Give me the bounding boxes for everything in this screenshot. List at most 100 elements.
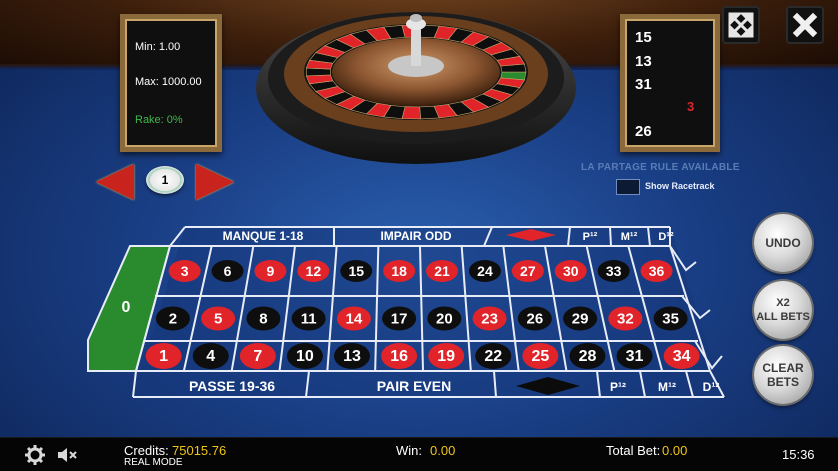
number-13-cell[interactable]: 13 — [334, 343, 370, 369]
undo-label: UNDO — [765, 236, 801, 250]
number-label: 2 — [169, 311, 177, 328]
number-label: 29 — [572, 311, 589, 328]
number-label: 32 — [617, 311, 634, 328]
p12-top-bet[interactable]: P¹² — [583, 231, 598, 243]
number-label: 3 — [181, 263, 189, 279]
number-label: 16 — [390, 348, 408, 365]
fullscreen-button[interactable] — [722, 6, 760, 44]
number-label: 23 — [481, 311, 498, 328]
double-label: X2 ALL BETS — [756, 296, 810, 324]
status-bar: Credits: 75015.76 REAL MODE Win: 0.00 To… — [0, 437, 838, 471]
number-label: 4 — [206, 348, 215, 365]
clear-bets-button[interactable]: CLEAR BETS — [754, 346, 812, 404]
number-label: 20 — [436, 311, 453, 328]
number-11-cell[interactable]: 11 — [291, 306, 326, 331]
number-label: 36 — [649, 263, 665, 279]
zero-label: 0 — [122, 299, 131, 316]
roulette-game: Min: 1.00 Max: 1000.00 Rake: 0% 15 13 31… — [0, 0, 838, 471]
credits-label: Credits: — [124, 443, 169, 458]
number-33-cell[interactable]: 33 — [597, 260, 630, 282]
number-25-cell[interactable]: 25 — [522, 343, 559, 369]
undo-button[interactable]: UNDO — [754, 214, 812, 272]
d12-bottom-bet[interactable]: D¹² — [703, 380, 720, 394]
x2-line2: ALL BETS — [756, 311, 810, 323]
number-label: 1 — [159, 348, 168, 365]
number-28-cell[interactable]: 28 — [569, 343, 606, 369]
double-all-bets-button[interactable]: X2 ALL BETS — [754, 281, 812, 339]
clock: 15:36 — [782, 447, 815, 462]
number-31-cell[interactable]: 31 — [616, 343, 653, 369]
number-18-cell[interactable]: 18 — [383, 260, 416, 282]
number-26-cell[interactable]: 26 — [517, 306, 552, 331]
number-23-cell[interactable]: 23 — [472, 306, 507, 331]
number-2-cell[interactable]: 2 — [155, 306, 190, 331]
number-15-cell[interactable]: 15 — [340, 260, 373, 282]
number-3-cell[interactable]: 3 — [168, 260, 201, 282]
number-label: 30 — [563, 263, 579, 279]
number-label: 10 — [296, 348, 314, 365]
number-34-cell[interactable]: 34 — [663, 343, 700, 369]
impair-bet[interactable]: IMPAIR ODD — [380, 229, 451, 243]
number-label: 21 — [434, 263, 450, 279]
number-9-cell[interactable]: 9 — [254, 260, 287, 282]
betting-table: 0 3 6 9 12 15 18 21 24 27 30 33 362 5 8 11 14 17 20 23 26 29… — [87, 226, 725, 398]
number-30-cell[interactable]: 30 — [554, 260, 587, 282]
number-label: 15 — [348, 263, 364, 279]
number-label: 8 — [259, 311, 267, 328]
number-5-cell[interactable]: 5 — [201, 306, 236, 331]
number-20-cell[interactable]: 20 — [427, 306, 462, 331]
number-12-cell[interactable]: 12 — [297, 260, 330, 282]
total-bet-label: Total Bet: — [606, 443, 661, 458]
m12-top-bet[interactable]: M¹² — [621, 231, 638, 243]
close-button[interactable] — [786, 6, 824, 44]
m12-bottom-bet[interactable]: M¹² — [658, 380, 676, 394]
number-10-cell[interactable]: 10 — [286, 343, 323, 369]
clear-label: CLEAR BETS — [762, 361, 803, 389]
d12-top-bet[interactable]: D¹² — [658, 231, 674, 243]
gear-icon[interactable] — [24, 445, 46, 465]
fullscreen-icon — [728, 12, 754, 38]
number-17-cell[interactable]: 17 — [382, 306, 417, 331]
number-4-cell[interactable]: 4 — [192, 343, 229, 369]
number-label: 34 — [673, 348, 691, 365]
number-label: 18 — [391, 263, 407, 279]
total-bet-value: 0.00 — [662, 443, 688, 458]
number-21-cell[interactable]: 21 — [426, 260, 459, 282]
number-16-cell[interactable]: 16 — [381, 343, 418, 369]
sound-muted-icon[interactable] — [56, 445, 78, 465]
number-label: 28 — [579, 348, 597, 365]
number-32-cell[interactable]: 32 — [608, 306, 643, 331]
manque-bet[interactable]: MANQUE 1-18 — [223, 229, 304, 243]
number-label: 12 — [306, 263, 322, 279]
number-8-cell[interactable]: 8 — [246, 306, 281, 331]
win-label: Win: — [396, 443, 422, 458]
number-7-cell[interactable]: 7 — [239, 343, 276, 369]
number-label: 22 — [484, 348, 502, 365]
number-label: 9 — [267, 263, 275, 279]
number-19-cell[interactable]: 19 — [428, 343, 465, 369]
x2-line1: X2 — [776, 297, 790, 309]
close-icon — [792, 12, 818, 38]
number-14-cell[interactable]: 14 — [336, 306, 371, 331]
p12-bottom-bet[interactable]: P¹² — [610, 380, 626, 394]
number-label: 25 — [531, 348, 549, 365]
clear-line1: CLEAR — [762, 361, 804, 375]
win-value: 0.00 — [430, 443, 456, 458]
number-29-cell[interactable]: 29 — [563, 306, 598, 331]
number-24-cell[interactable]: 24 — [468, 260, 501, 282]
number-27-cell[interactable]: 27 — [511, 260, 544, 282]
number-22-cell[interactable]: 22 — [475, 343, 512, 369]
number-label: 24 — [477, 263, 493, 279]
number-label: 27 — [520, 263, 536, 279]
pair-bet[interactable]: PAIR EVEN — [377, 378, 451, 394]
number-label: 6 — [224, 263, 232, 279]
number-35-cell[interactable]: 35 — [653, 306, 688, 331]
clear-line2: BETS — [766, 375, 799, 389]
passe-bet[interactable]: PASSE 19-36 — [189, 378, 275, 394]
number-label: 19 — [437, 348, 455, 365]
number-6-cell[interactable]: 6 — [211, 260, 244, 282]
number-1-cell[interactable]: 1 — [145, 343, 182, 369]
number-36-cell[interactable]: 36 — [640, 260, 673, 282]
number-label: 13 — [343, 348, 361, 365]
number-label: 14 — [346, 311, 363, 328]
